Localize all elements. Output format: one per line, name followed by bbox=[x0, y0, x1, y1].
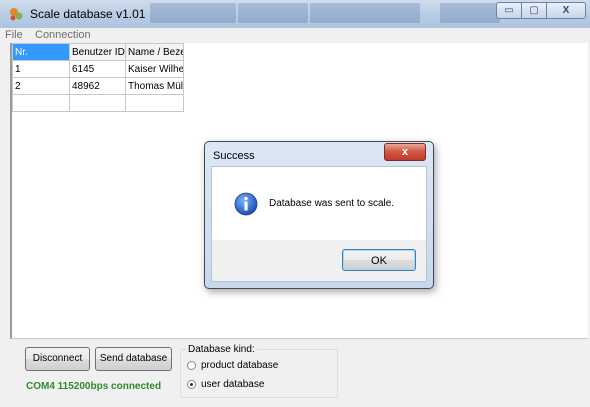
success-dialog: Success x Database was sent to scale. OK bbox=[204, 141, 434, 289]
title-bar[interactable]: Scale database v1.01 ▭ ▢ X bbox=[0, 0, 590, 29]
close-icon: x bbox=[401, 146, 409, 158]
column-header-nr[interactable]: Nr. bbox=[12, 43, 70, 61]
maximize-icon: ▢ bbox=[529, 5, 539, 16]
info-icon bbox=[234, 192, 258, 216]
radio-label: product database bbox=[201, 360, 279, 371]
dialog-close-button[interactable]: x bbox=[384, 143, 426, 161]
column-header-name[interactable]: Name / Beze bbox=[125, 43, 184, 61]
table-row[interactable]: 2 48962 Thomas Müll bbox=[12, 77, 184, 95]
dialog-footer: OK bbox=[211, 240, 427, 282]
table-cell[interactable]: 48962 bbox=[69, 77, 126, 95]
dialog-body: Database was sent to scale. bbox=[211, 166, 427, 241]
table-row-new[interactable] bbox=[12, 94, 184, 112]
table-header-row: Nr. Benutzer ID Name / Beze bbox=[12, 43, 184, 61]
table-cell[interactable] bbox=[12, 94, 70, 112]
minimize-button[interactable]: ▭ bbox=[496, 2, 521, 19]
table-cell[interactable]: 2 bbox=[12, 77, 70, 95]
table-cell[interactable]: 1 bbox=[12, 60, 70, 78]
table-row[interactable]: 1 6145 Kaiser Wilhel bbox=[12, 60, 184, 78]
table-cell[interactable]: Thomas Müll bbox=[125, 77, 184, 95]
radio-product-database[interactable]: product database bbox=[187, 360, 278, 371]
close-button[interactable]: X bbox=[546, 2, 586, 19]
table-cell[interactable] bbox=[125, 94, 184, 112]
table-cell[interactable] bbox=[69, 94, 126, 112]
database-kind-group: Database kind: product database user dat… bbox=[180, 344, 338, 398]
menu-connection[interactable]: Connection bbox=[35, 29, 91, 41]
ok-button[interactable]: OK bbox=[342, 249, 416, 271]
dialog-message: Database was sent to scale. bbox=[269, 198, 395, 209]
radio-user-database[interactable]: user database bbox=[187, 379, 264, 390]
database-table: Nr. Benutzer ID Name / Beze 1 6145 Kaise… bbox=[12, 43, 184, 112]
connection-status: COM4 115200bps connected bbox=[26, 381, 162, 392]
disconnect-button[interactable]: Disconnect bbox=[25, 347, 90, 371]
menu-bar: File Connection bbox=[0, 28, 590, 43]
blurred-region bbox=[238, 3, 308, 23]
send-database-button[interactable]: Send database bbox=[95, 347, 172, 371]
radio-label: user database bbox=[201, 379, 265, 390]
dialog-title: Success bbox=[213, 150, 255, 162]
blurred-region bbox=[150, 3, 236, 23]
minimize-icon: ▭ bbox=[504, 5, 514, 16]
app-scale-icon bbox=[10, 8, 23, 21]
window-title: Scale database v1.01 bbox=[30, 7, 146, 21]
database-kind-legend: Database kind: bbox=[186, 344, 257, 355]
menu-file[interactable]: File bbox=[5, 29, 23, 41]
column-header-benutzer-id[interactable]: Benutzer ID bbox=[69, 43, 126, 61]
window-controls: ▭ ▢ X bbox=[496, 2, 586, 19]
maximize-button[interactable]: ▢ bbox=[521, 2, 546, 19]
radio-selected-icon bbox=[187, 380, 196, 389]
radio-circle-icon bbox=[187, 361, 196, 370]
close-icon: X bbox=[562, 5, 570, 16]
blurred-region bbox=[440, 3, 500, 23]
table-cell[interactable]: 6145 bbox=[69, 60, 126, 78]
table-cell[interactable]: Kaiser Wilhel bbox=[125, 60, 184, 78]
blurred-region bbox=[310, 3, 420, 23]
